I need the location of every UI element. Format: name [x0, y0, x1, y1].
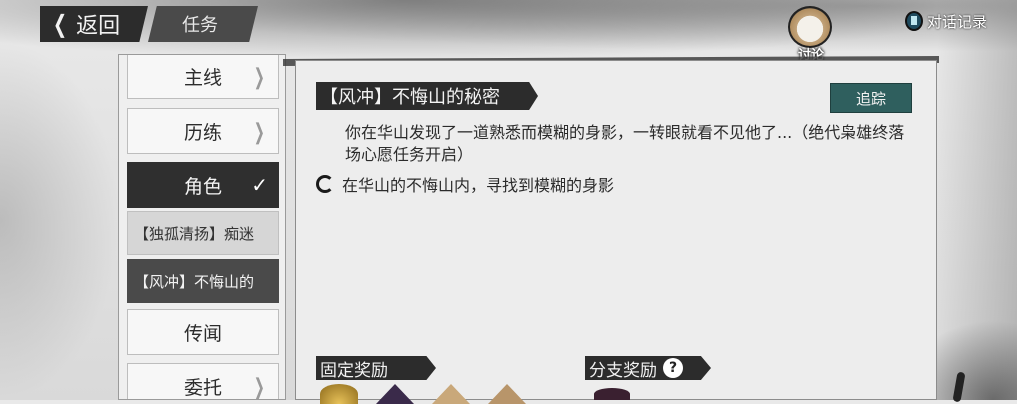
coin-reward-icon[interactable] — [320, 384, 358, 404]
chevron-right-icon: ❯ — [253, 120, 265, 145]
back-label: 返回 — [76, 14, 121, 39]
menu-item-label: 传闻 — [183, 322, 222, 345]
track-button[interactable]: 追踪 — [830, 83, 912, 113]
objective-text: 在华山的不悔山内，寻找到模糊的身影 — [342, 176, 615, 195]
checkmark-icon: ✓ — [251, 173, 268, 197]
help-icon[interactable]: ? — [663, 358, 683, 378]
menu-item-rumor[interactable]: 传闻 — [127, 309, 279, 355]
book-icon — [905, 11, 923, 31]
sub-item-label: 【风冲】不悔山的 — [134, 272, 255, 291]
fixed-reward-items — [320, 384, 526, 404]
menu-item-label: 主线 — [183, 66, 222, 89]
branch-reward-label: 分支奖励 ? — [585, 356, 711, 380]
menu-item-label: 角色 — [183, 175, 222, 198]
reward-item-icon[interactable] — [488, 384, 526, 404]
quest-objective: 在华山的不悔山内，寻找到模糊的身影 — [316, 172, 614, 196]
dog-avatar-icon — [788, 6, 832, 48]
sub-item-dugu[interactable]: 【独孤清扬】痴迷 — [127, 211, 279, 255]
menu-item-character[interactable]: 角色 ✓ — [127, 162, 279, 208]
reward-item-icon[interactable] — [376, 384, 414, 404]
dialog-log-button[interactable]: 对话记录 — [905, 6, 1013, 36]
menu-item-label: 委托 — [183, 376, 222, 399]
quest-category-menu: 主线 ❯ 历练 ❯ 角色 ✓ 【独孤清扬】痴迷 【风冲】不悔山的 传闻 委托 ❯ — [118, 54, 286, 400]
dialog-log-label: 对话记录 — [927, 12, 988, 31]
reward-item-icon[interactable] — [432, 384, 470, 404]
ink-wash-left — [0, 40, 120, 400]
menu-item-training[interactable]: 历练 ❯ — [127, 108, 279, 154]
back-button[interactable]: ❮ 返回 — [40, 6, 148, 42]
fixed-reward-label: 固定奖励 — [316, 356, 436, 380]
quest-title: 【风冲】不悔山的秘密 — [316, 82, 538, 110]
discuss-button[interactable]: 讨论 — [782, 4, 840, 63]
quest-description: 你在华山发现了一道熟悉而模糊的身影，一转眼就看不见他了...（绝代枭雄终落场心愿… — [345, 123, 905, 164]
branch-reward-text: 分支奖励 — [589, 360, 657, 381]
branch-reward-items — [594, 388, 630, 400]
menu-item-commission[interactable]: 委托 ❯ — [127, 363, 279, 400]
section-title: 任务 — [148, 6, 258, 42]
fixed-reward-text: 固定奖励 — [320, 360, 388, 381]
chevron-left-icon: ❮ — [53, 10, 68, 38]
chevron-right-icon: ❯ — [253, 375, 265, 400]
menu-item-label: 历练 — [183, 121, 222, 144]
menu-item-main[interactable]: 主线 ❯ — [127, 55, 279, 99]
sub-item-label: 【独孤清扬】痴迷 — [134, 224, 255, 243]
progress-ring-icon — [316, 175, 334, 193]
reward-item-icon[interactable] — [594, 388, 630, 400]
sub-item-fengchong[interactable]: 【风冲】不悔山的 — [127, 259, 279, 303]
chevron-right-icon: ❯ — [253, 65, 265, 90]
